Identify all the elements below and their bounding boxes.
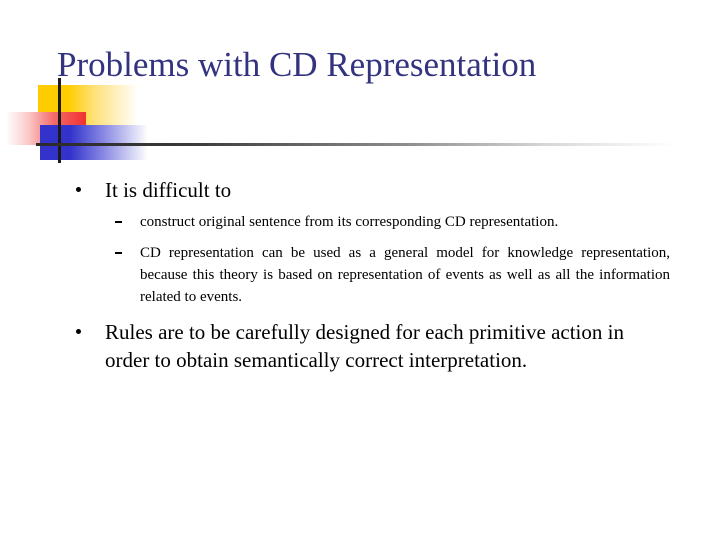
- disc-bullet-icon: [76, 187, 81, 192]
- yellow-block-icon: [38, 85, 138, 125]
- bullet-text: It is difficult to: [105, 178, 232, 202]
- bullet-item-level1: It is difficult to: [0, 176, 720, 204]
- bullet-item-level2: CD representation can be used as a gener…: [0, 242, 720, 308]
- slide-body: It is difficult to construct original se…: [0, 176, 720, 376]
- horizontal-rule: [36, 143, 676, 146]
- slide-title: Problems with CD Representation: [57, 45, 537, 84]
- dash-bullet-icon: [115, 221, 122, 223]
- bullet-item-level2: construct original sentence from its cor…: [0, 211, 720, 233]
- bullet-item-level1: Rules are to be carefully designed for e…: [0, 318, 720, 374]
- red-block-icon: [6, 112, 86, 145]
- vertical-rule: [58, 78, 61, 163]
- sub-bullet-list: construct original sentence from its cor…: [0, 211, 720, 308]
- bullet-text: Rules are to be carefully designed for e…: [105, 320, 624, 372]
- slide: Problems with CD Representation It is di…: [0, 0, 720, 540]
- decorative-header-graphic: [0, 0, 260, 175]
- sub-bullet-text: construct original sentence from its cor…: [140, 214, 559, 230]
- dash-bullet-icon: [115, 252, 122, 254]
- disc-bullet-icon: [76, 329, 81, 334]
- sub-bullet-text: CD representation can be used as a gener…: [140, 245, 670, 305]
